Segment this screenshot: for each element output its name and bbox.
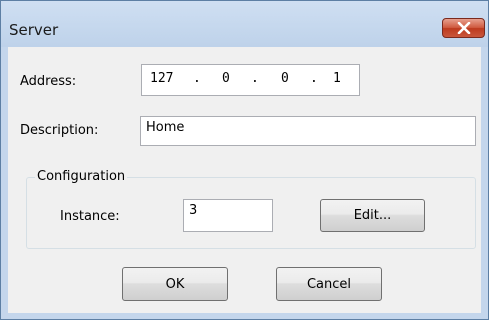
configuration-group-label: Configuration — [35, 169, 128, 184]
close-button[interactable] — [442, 18, 485, 38]
window-title: Server — [9, 21, 59, 39]
description-field[interactable]: Home — [140, 116, 476, 146]
ip-dot: . — [251, 71, 259, 86]
dialog-body: Address: 127 . 0 . 0 . 1 Description: Ho… — [8, 47, 481, 313]
address-ip-field[interactable]: 127 . 0 . 0 . 1 — [141, 64, 360, 96]
description-label: Description: — [20, 123, 99, 138]
configuration-group: Configuration Instance: 3 Edit... — [26, 169, 476, 249]
ip-dot: . — [310, 71, 318, 86]
ip-octet-2[interactable]: 0 — [222, 71, 230, 86]
instance-label: Instance: — [60, 209, 120, 224]
instance-field[interactable]: 3 — [183, 199, 273, 232]
close-icon — [457, 22, 470, 34]
address-label: Address: — [20, 74, 77, 89]
ip-octet-3[interactable]: 0 — [281, 71, 289, 86]
ip-dot: . — [193, 71, 201, 86]
window-frame-bottom — [1, 313, 488, 319]
ok-button[interactable]: OK — [122, 267, 228, 301]
server-dialog: Server Address: 127 . 0 . 0 . 1 Descript… — [0, 0, 489, 320]
title-bar[interactable]: Server — [1, 1, 488, 47]
ip-octet-4[interactable]: 1 — [333, 71, 341, 86]
ip-octet-1[interactable]: 127 — [150, 71, 173, 86]
edit-button[interactable]: Edit... — [320, 199, 425, 232]
cancel-button[interactable]: Cancel — [276, 267, 382, 301]
